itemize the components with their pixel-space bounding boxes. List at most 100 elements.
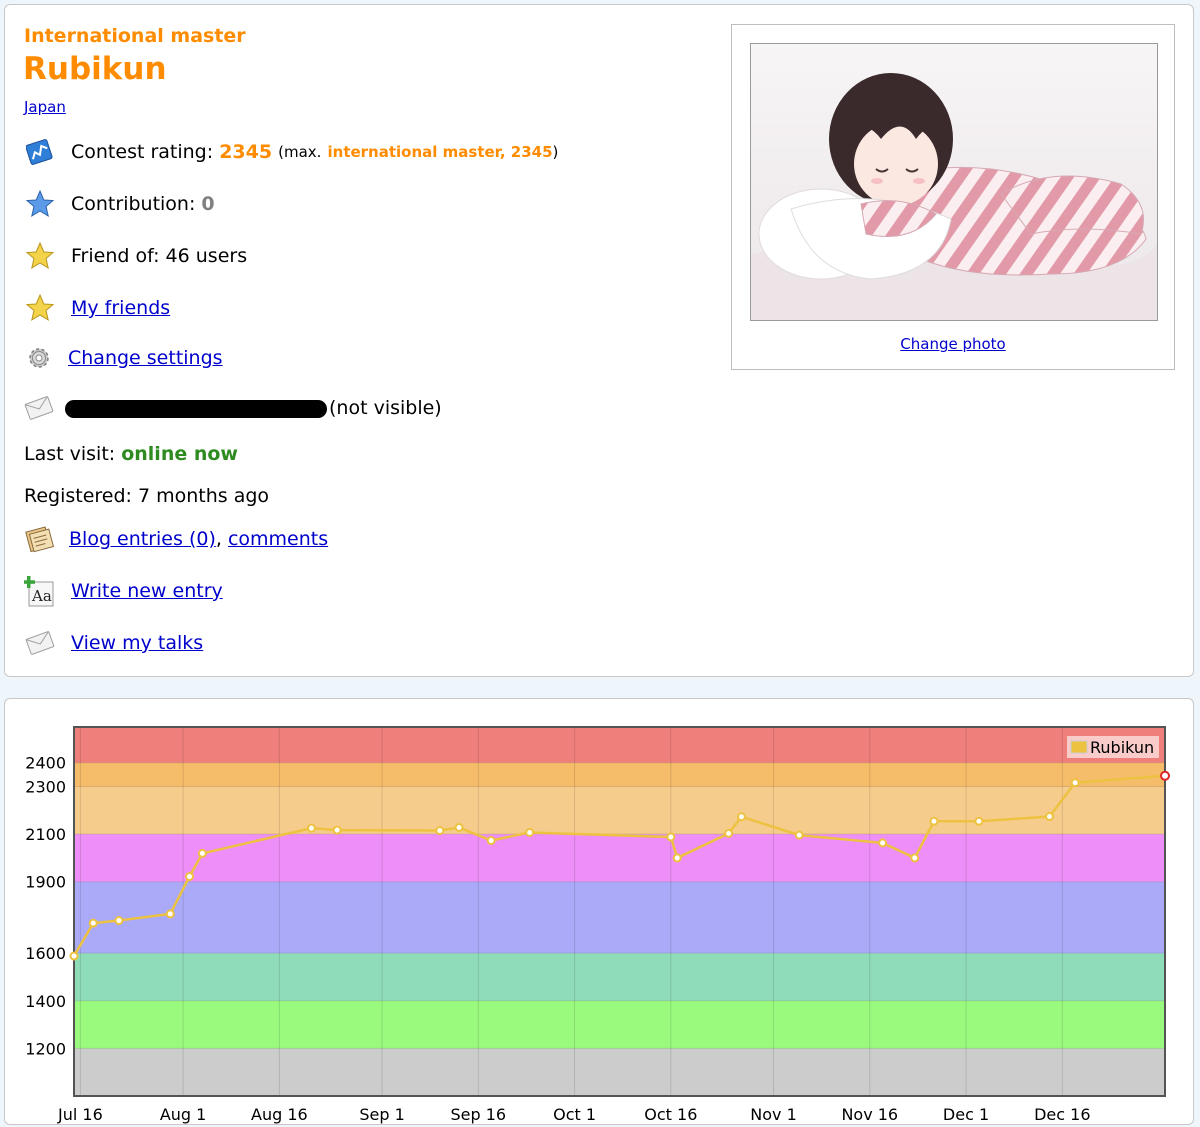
photo-box: Change photo xyxy=(731,24,1175,370)
contribution-value: 0 xyxy=(201,193,215,215)
rating-band-2 xyxy=(74,953,1165,1001)
data-point-16 xyxy=(794,830,804,840)
blog-entries-link[interactable]: Blog entries (0) xyxy=(69,528,216,550)
write-entry-icon: Aa xyxy=(23,574,57,608)
data-point-11 xyxy=(525,827,535,837)
user-handle: Rubikun xyxy=(23,51,167,87)
blog-icon xyxy=(23,522,55,556)
data-point-18 xyxy=(910,853,920,863)
y-tick-label-2: 1600 xyxy=(25,944,66,963)
friend-star-icon xyxy=(23,239,57,273)
data-point-2 xyxy=(114,916,124,926)
write-entry-row: Aa Write new entry xyxy=(23,573,223,609)
last-visit-row: Last visit: online now xyxy=(24,436,238,472)
email-visibility-note: (not visible) xyxy=(329,397,442,419)
data-point-19 xyxy=(929,816,939,826)
max-rating: international master, 2345 xyxy=(327,143,553,161)
avatar xyxy=(750,43,1158,321)
data-point-0 xyxy=(69,951,79,961)
data-point-21 xyxy=(1044,812,1054,822)
data-point-6 xyxy=(306,823,316,833)
email-row: (not visible) xyxy=(23,390,442,426)
data-point-14 xyxy=(724,828,734,838)
rating-row: Contest rating: 2345 (max. international… xyxy=(23,134,558,170)
talks-envelope-icon xyxy=(23,626,57,660)
data-point-8 xyxy=(435,826,445,836)
data-point-3 xyxy=(165,909,175,919)
data-point-22 xyxy=(1070,778,1080,788)
data-point-12 xyxy=(666,832,676,842)
rating-label: Contest rating: xyxy=(71,141,214,163)
online-status: online now xyxy=(121,443,238,465)
legend-label: Rubikun xyxy=(1090,738,1154,757)
max-prefix: (max. xyxy=(278,143,322,161)
svg-text:Aa: Aa xyxy=(31,587,52,605)
rating-band-1 xyxy=(74,1000,1165,1049)
comments-link[interactable]: comments xyxy=(228,528,328,550)
rating-chart-panel: 1200 1400 1600 1900 2100 2300 2400 Jul 16 Aug 1 A… xyxy=(4,698,1194,1125)
x-tick-label-9: Dec 1 xyxy=(943,1105,989,1124)
data-point-5 xyxy=(197,848,207,858)
x-tick-label-1: Aug 1 xyxy=(160,1105,207,1124)
data-point-15 xyxy=(736,812,746,822)
envelope-icon xyxy=(23,391,55,425)
x-tick-label-5: Oct 1 xyxy=(553,1105,596,1124)
x-tick-label-4: Sep 16 xyxy=(451,1105,507,1124)
view-talks-link[interactable]: View my talks xyxy=(71,632,203,654)
data-point-7 xyxy=(332,825,342,835)
my-friends-link[interactable]: My friends xyxy=(71,297,170,319)
y-tick-label-1: 1400 xyxy=(25,992,66,1011)
comma-separator: , xyxy=(215,528,222,550)
data-point-23 xyxy=(1160,770,1170,781)
blog-row: Blog entries (0), comments xyxy=(23,521,328,557)
data-point-20 xyxy=(974,816,984,826)
data-point-10 xyxy=(486,836,496,846)
x-tick-label-10: Dec 16 xyxy=(1034,1105,1090,1124)
rank-title: International master xyxy=(24,25,246,47)
rating-band-0 xyxy=(74,1048,1165,1096)
data-point-9 xyxy=(454,822,464,832)
contribution-star-icon xyxy=(23,187,57,221)
data-point-1 xyxy=(88,918,98,928)
data-point-13 xyxy=(672,853,682,863)
x-tick-label-0: Jul 16 xyxy=(57,1105,103,1124)
x-tick-label-6: Oct 16 xyxy=(644,1105,697,1124)
legend-swatch xyxy=(1070,740,1088,754)
y-tick-label-6: 2400 xyxy=(25,754,66,773)
x-tick-label-3: Sep 1 xyxy=(359,1105,404,1124)
write-new-entry-link[interactable]: Write new entry xyxy=(71,580,223,602)
rating-band-4 xyxy=(74,834,1165,882)
change-settings-link[interactable]: Change settings xyxy=(68,347,223,369)
contribution-label: Contribution: xyxy=(71,193,196,215)
rating-chart: 1200 1400 1600 1900 2100 2300 2400 Jul 16 Aug 1 A… xyxy=(25,726,1170,1124)
y-tick-label-3: 1900 xyxy=(25,873,66,892)
my-friends-row: My friends xyxy=(23,290,170,326)
last-visit-label: Last visit: xyxy=(24,443,116,465)
profile-panel: International master Rubikun Japan Conte… xyxy=(4,4,1194,677)
settings-row: Change settings xyxy=(23,340,223,376)
x-tick-label-8: Nov 16 xyxy=(841,1105,898,1124)
max-suffix: ) xyxy=(552,143,559,161)
country-link[interactable]: Japan xyxy=(24,98,66,116)
my-friends-star-icon xyxy=(23,291,57,325)
change-photo-link[interactable]: Change photo xyxy=(732,335,1174,353)
talks-row: View my talks xyxy=(23,625,203,661)
x-tick-label-2: Aug 16 xyxy=(251,1105,308,1124)
y-tick-label-5: 2300 xyxy=(25,778,66,797)
friend-of-row: Friend of: 46 users xyxy=(23,238,247,274)
data-point-17 xyxy=(878,838,888,848)
friend-of-text: Friend of: 46 users xyxy=(71,245,248,267)
rating-band-3 xyxy=(74,881,1165,954)
y-tick-label-4: 2100 xyxy=(25,825,66,844)
rating-band-7 xyxy=(74,727,1165,763)
redacted-email xyxy=(65,400,327,418)
registered-text: Registered: 7 months ago xyxy=(24,485,270,507)
gear-icon xyxy=(23,341,54,375)
registered-row: Registered: 7 months ago xyxy=(24,478,269,514)
rating-band-6 xyxy=(74,762,1165,787)
y-tick-label-0: 1200 xyxy=(25,1039,66,1058)
contribution-row: Contribution: 0 xyxy=(23,186,215,222)
rating-band-5 xyxy=(74,786,1165,835)
rating-value: 2345 xyxy=(219,141,273,163)
rating-chart-icon xyxy=(23,135,57,169)
